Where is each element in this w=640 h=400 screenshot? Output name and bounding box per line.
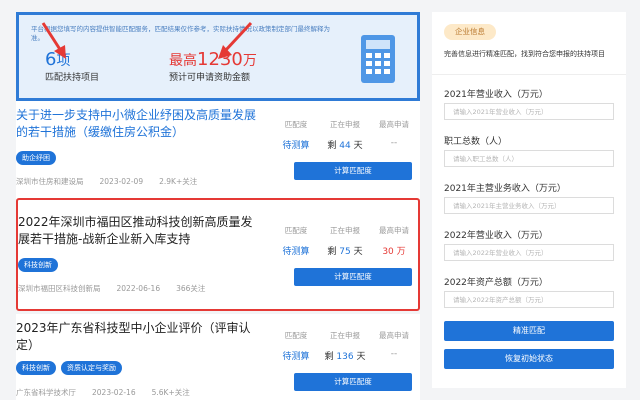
- policy-tags: 助企纾困: [16, 151, 56, 165]
- company-info-panel: 企业信息 完善信息进行精准匹配，找到符合您申报的扶持项目 2021年营业收入（万…: [432, 12, 626, 388]
- column-header-match: 匹配度: [284, 331, 308, 340]
- policy-tag[interactable]: 科技创新: [16, 361, 56, 375]
- summary-banner-inner: 平台根据您填写的内容提供智能匹配服务，匹配结果仅作参考，实际扶持情况以政策制定部…: [19, 15, 417, 98]
- policy-tag[interactable]: 资质认定与奖励: [61, 361, 122, 375]
- max-amount-label: 预计可申请资助金额: [169, 73, 251, 83]
- field-label-employees: 职工总数（人）: [444, 137, 508, 147]
- field-label-assets-2022: 2022年资产总额（万元）: [444, 278, 548, 288]
- policy-department: 深圳市福田区科技创新局: [18, 284, 101, 293]
- policy-title[interactable]: 2022年深圳市福田区推动科技创新高质量发展若干措施-战新企业新入库支持: [18, 214, 258, 248]
- reset-button[interactable]: 恢复初始状态: [444, 349, 614, 369]
- calculate-match-button[interactable]: 计算匹配度: [294, 268, 412, 286]
- policy-title[interactable]: 关于进一步支持中小微企业纾困及高质量发展的若干措施（缓缴住房公积金）: [16, 107, 256, 141]
- summary-banner: 平台根据您填写的内容提供智能匹配服务，匹配结果仅作参考，实际扶持情况以政策制定部…: [16, 12, 420, 101]
- assets-2022-input[interactable]: [444, 291, 614, 308]
- field-label-revenue-2022: 2022年营业收入（万元）: [444, 231, 548, 241]
- max-value: 30 万: [382, 247, 406, 257]
- panel-description: 完善信息进行精准匹配，找到符合您申报的扶持项目: [444, 50, 605, 58]
- column-header-match: 匹配度: [284, 120, 308, 129]
- projects-label: 匹配扶持项目: [45, 73, 100, 83]
- policy-followers: 2.9K+关注: [159, 177, 198, 186]
- calculate-match-button[interactable]: 计算匹配度: [294, 162, 412, 180]
- policy-meta: 深圳市福田区科技创新局 2022-06-16 366关注: [18, 283, 221, 294]
- divider: [432, 74, 626, 75]
- policy-department: 深圳市住房和建设局: [16, 177, 84, 186]
- policy-department: 广东省科学技术厅: [16, 388, 76, 397]
- panel-tag: 企业信息: [444, 24, 496, 40]
- main-revenue-2021-input[interactable]: [444, 197, 614, 214]
- policy-card: 2023年广东省科技型中小企业评价（评审认定） 科技创新 资质认定与奖励 广东省…: [16, 314, 420, 400]
- column-header-max: 最高申请: [379, 120, 409, 129]
- field-label-revenue-2021: 2021年营业收入（万元）: [444, 90, 548, 100]
- policy-card-highlighted: 2022年深圳市福田区推动科技创新高质量发展若干措施-战新企业新入库支持 科技创…: [16, 198, 420, 311]
- policy-tag[interactable]: 科技创新: [18, 258, 58, 272]
- column-header-applying: 正在申报: [330, 120, 360, 129]
- red-arrow-icon: [41, 22, 66, 59]
- red-arrow-icon: [218, 21, 253, 59]
- column-header-applying: 正在申报: [330, 226, 360, 235]
- max-value: --: [390, 349, 398, 359]
- calculator-icon: [361, 35, 395, 83]
- policy-tags: 科技创新: [18, 258, 58, 272]
- policy-followers: 366关注: [176, 284, 206, 293]
- column-header-max: 最高申请: [379, 226, 409, 235]
- policy-followers: 5.6K+关注: [151, 388, 190, 397]
- policy-date: 2022-06-16: [116, 284, 161, 293]
- policy-card: 关于进一步支持中小微企业纾困及高质量发展的若干措施（缓缴住房公积金） 助企纾困 …: [16, 101, 420, 199]
- column-header-max: 最高申请: [379, 331, 409, 340]
- policy-meta: 广东省科学技术厅 2023-02-16 5.6K+关注: [16, 387, 206, 398]
- policy-date: 2023-02-09: [99, 177, 144, 186]
- employees-input[interactable]: [444, 150, 614, 167]
- policy-tags: 科技创新 资质认定与奖励: [16, 361, 122, 375]
- max-value: --: [390, 138, 398, 148]
- column-header-match: 匹配度: [284, 226, 308, 235]
- policy-date: 2023-02-16: [92, 388, 136, 397]
- column-header-applying: 正在申报: [330, 331, 360, 340]
- field-label-main-revenue-2021: 2021年主营业务收入（万元）: [444, 184, 566, 194]
- precise-match-button[interactable]: 精准匹配: [444, 321, 614, 341]
- revenue-2021-input[interactable]: [444, 103, 614, 120]
- banner-notice: 平台根据您填写的内容提供智能匹配服务，匹配结果仅作参考，实际扶持情况以政策制定部…: [31, 25, 330, 42]
- policy-tag[interactable]: 助企纾困: [16, 151, 56, 165]
- policy-title[interactable]: 2023年广东省科技型中小企业评价（评审认定）: [16, 320, 256, 354]
- calculate-match-button[interactable]: 计算匹配度: [294, 373, 412, 391]
- policy-meta: 深圳市住房和建设局 2023-02-09 2.9K+关注: [16, 176, 213, 187]
- revenue-2022-input[interactable]: [444, 244, 614, 261]
